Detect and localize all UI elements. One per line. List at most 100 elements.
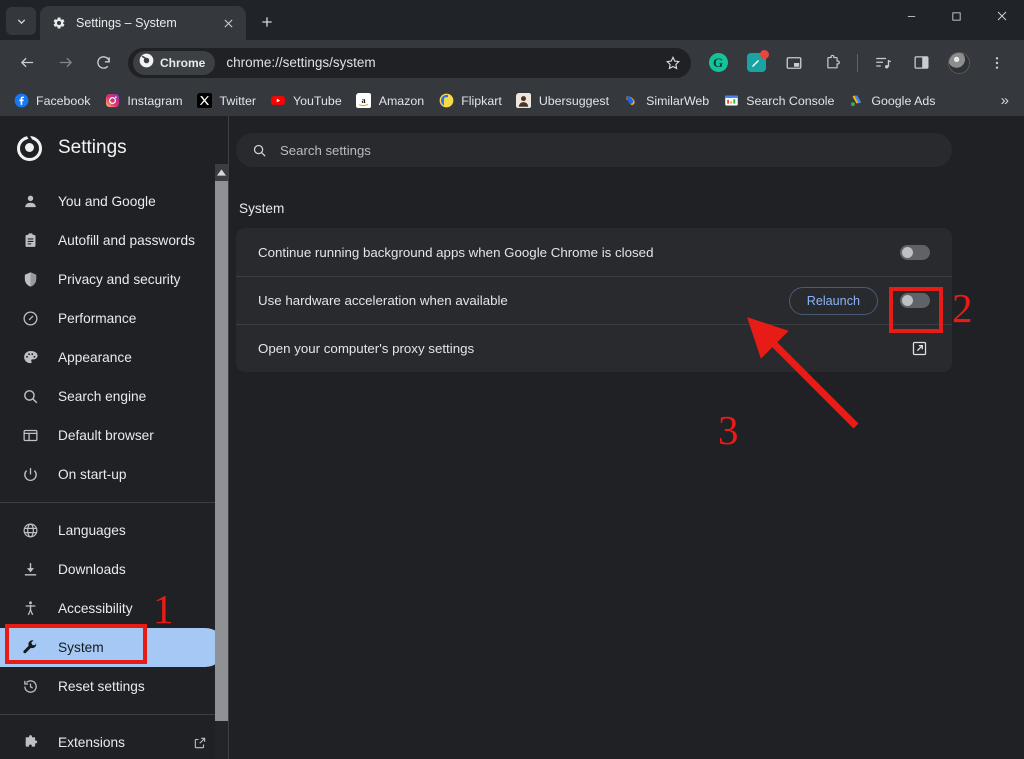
hardware-acceleration-toggle[interactable] — [900, 293, 930, 308]
sidebar-item-label: Autofill and passwords — [58, 233, 195, 248]
bookmark-amazon[interactable]: a Amazon — [349, 90, 431, 112]
bookmark-label: Twitter — [219, 93, 257, 108]
scroll-up-arrow-icon[interactable] — [215, 164, 228, 181]
scrollbar-thumb[interactable] — [215, 181, 228, 721]
search-placeholder: Search settings — [280, 142, 371, 158]
bookmark-flipkart[interactable]: Flipkart — [431, 90, 509, 112]
sidebar-item-you-and-google[interactable]: You and Google — [0, 182, 225, 221]
reading-list-icon[interactable] — [868, 48, 898, 78]
sidebar-item-autofill-and-passwords[interactable]: Autofill and passwords — [0, 221, 225, 260]
puzzle-icon — [20, 733, 40, 753]
external-link-icon[interactable] — [908, 338, 930, 360]
search-settings-input[interactable]: Search settings — [236, 133, 952, 167]
sidebar-scrollbar[interactable] — [215, 164, 228, 759]
minimize-button[interactable] — [889, 0, 934, 32]
sidebar-item-default-browser[interactable]: Default browser — [0, 416, 225, 455]
bookmark-google-ads[interactable]: Google Ads — [841, 90, 942, 112]
browser-toolbar: Chrome chrome://settings/system G — [0, 40, 1024, 85]
sidebar-item-accessibility[interactable]: Accessibility — [0, 589, 225, 628]
wrench-icon — [20, 638, 40, 658]
sidebar-item-label: Languages — [58, 523, 126, 538]
bookmark-similarweb[interactable]: SimilarWeb — [616, 90, 716, 112]
relaunch-button[interactable]: Relaunch — [788, 286, 878, 315]
sidebar-divider-2 — [0, 714, 228, 715]
sidebar-item-label: Search engine — [58, 389, 147, 404]
sidebar-item-on-start-up[interactable]: On start-up — [0, 455, 225, 494]
sidebar-item-performance[interactable]: Performance — [0, 299, 225, 338]
chrome-chip[interactable]: Chrome — [133, 50, 216, 75]
instagram-icon — [104, 93, 120, 109]
reload-icon[interactable] — [88, 48, 118, 78]
browser-window: Settings – System Chrome chrome://settin… — [0, 0, 1024, 759]
search-console-icon — [723, 93, 739, 109]
extensions-puzzle-icon[interactable] — [817, 48, 847, 78]
sidebar-nav-list: You and Google Autofill and passwords Pr… — [0, 182, 228, 759]
bookmark-label: Facebook — [36, 93, 91, 108]
youtube-icon — [270, 93, 286, 109]
forward-icon[interactable] — [50, 48, 80, 78]
sidebar-item-label: Default browser — [58, 428, 154, 443]
bookmark-label: YouTube — [293, 93, 342, 108]
power-icon — [20, 465, 40, 485]
sidebar-item-privacy-and-security[interactable]: Privacy and security — [0, 260, 225, 299]
maximize-button[interactable] — [934, 0, 979, 32]
flipkart-icon — [438, 93, 454, 109]
sidebar-divider — [0, 502, 228, 503]
extension-badge — [759, 50, 769, 59]
row-background-apps[interactable]: Continue running background apps when Go… — [236, 228, 952, 276]
address-bar[interactable]: Chrome chrome://settings/system — [128, 47, 691, 78]
history-restore-icon — [20, 677, 40, 697]
background-apps-toggle[interactable] — [900, 244, 930, 260]
sidebar-item-label: Appearance — [58, 350, 132, 365]
bookmark-star-icon[interactable] — [659, 49, 687, 77]
sidebar-item-search-engine[interactable]: Search engine — [0, 377, 225, 416]
close-icon[interactable] — [219, 14, 237, 32]
toolbar-divider — [857, 53, 858, 72]
bookmark-youtube[interactable]: YouTube — [263, 90, 349, 112]
avatar[interactable] — [944, 48, 974, 78]
toggle-knob — [902, 246, 913, 258]
tab-search-chevron-down-icon[interactable] — [6, 7, 36, 35]
row-proxy-settings[interactable]: Open your computer's proxy settings — [236, 324, 952, 372]
sidebar-item-system[interactable]: System — [0, 628, 225, 667]
side-panel-icon[interactable] — [906, 48, 936, 78]
row-label: Use hardware acceleration when available — [258, 293, 508, 308]
url-text[interactable]: chrome://settings/system — [226, 55, 659, 70]
row-hardware-acceleration[interactable]: Use hardware acceleration when available… — [236, 276, 952, 324]
sidebar-item-reset-settings[interactable]: Reset settings — [0, 667, 225, 706]
bookmark-search-console[interactable]: Search Console — [716, 90, 841, 112]
bookmark-ubersuggest[interactable]: Ubersuggest — [509, 90, 616, 112]
sidebar-item-extensions[interactable]: Extensions — [0, 723, 225, 759]
settings-header: Settings — [0, 124, 228, 172]
speedometer-icon — [20, 309, 40, 329]
sidebar-item-label: On start-up — [58, 467, 127, 482]
shield-icon — [20, 270, 40, 290]
amazon-icon: a — [356, 93, 372, 109]
picture-in-picture-icon[interactable] — [779, 48, 809, 78]
bookmarks-overflow-icon[interactable]: » — [992, 90, 1018, 111]
clipboard-icon — [20, 231, 40, 251]
grammarly-extension-icon[interactable]: G — [703, 48, 733, 78]
settings-page: Settings You and Google Autofill and pas… — [0, 116, 1024, 759]
browser-window-icon — [20, 426, 40, 446]
three-dot-menu-icon[interactable] — [982, 48, 1012, 78]
bookmark-label: Amazon — [378, 93, 425, 108]
bookmark-twitter[interactable]: Twitter — [190, 90, 264, 112]
bookmark-facebook[interactable]: Facebook — [6, 90, 97, 112]
tab-strip: Settings – System — [0, 0, 1024, 40]
sidebar-item-label: System — [58, 640, 104, 655]
new-tab-button[interactable] — [253, 8, 281, 36]
sidebar-item-languages[interactable]: Languages — [0, 511, 225, 550]
bookmark-label: Search Console — [746, 93, 835, 108]
page-title: Settings — [58, 137, 127, 158]
sidebar-item-appearance[interactable]: Appearance — [0, 338, 225, 377]
extension-icon-badged[interactable] — [741, 48, 771, 78]
back-icon[interactable] — [12, 48, 42, 78]
close-window-button[interactable] — [979, 0, 1024, 32]
browser-tab[interactable]: Settings – System — [40, 6, 246, 40]
settings-content: Search settings System Continue running … — [229, 116, 1024, 759]
sidebar-item-downloads[interactable]: Downloads — [0, 550, 225, 589]
external-link-icon[interactable] — [193, 736, 207, 750]
bookmark-instagram[interactable]: Instagram — [97, 90, 189, 112]
person-icon — [20, 192, 40, 212]
